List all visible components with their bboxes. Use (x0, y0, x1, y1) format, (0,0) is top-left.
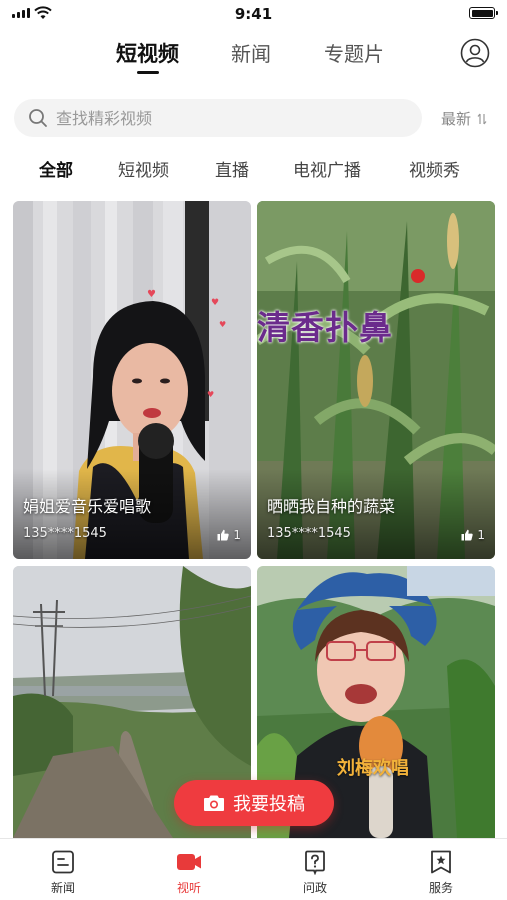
nav-label: 服务 (428, 881, 453, 895)
video-card[interactable]: 清香扑鼻 晒晒我自种的蔬菜 135****1545 1 (257, 201, 495, 559)
video-author: 135****1545 (23, 526, 107, 541)
video-title: 娟姐爱音乐爱唱歌 (23, 497, 152, 516)
user-profile-icon[interactable] (460, 38, 490, 68)
service-icon (431, 850, 451, 874)
nav-label: 视听 (176, 881, 201, 895)
submit-button-label: 我要投稿 (233, 794, 305, 815)
nav-label: 新闻 (50, 881, 75, 895)
nav-inquiry[interactable]: 问政 (280, 849, 350, 896)
video-overlay-caption: 刘梅欢唱 (337, 758, 409, 779)
svg-text:♥: ♥ (219, 320, 226, 329)
top-tabs: 短视频 新闻 专题片 (0, 36, 507, 80)
nav-video[interactable]: 视听 (154, 849, 224, 896)
category-filter: 全部 短视频 直播 电视广播 视频秀 (0, 156, 507, 184)
svg-text:♥: ♥ (211, 298, 219, 308)
video-overlay-caption: 清香扑鼻 (257, 308, 393, 347)
search-icon (29, 109, 47, 127)
video-likes: 1 (217, 528, 241, 542)
likes-count: 1 (477, 528, 485, 542)
thumbs-up-icon (217, 529, 230, 541)
video-likes: 1 (461, 528, 485, 542)
status-bar: 9:41 (0, 0, 507, 30)
category-tv-broadcast[interactable]: 电视广播 (293, 156, 361, 181)
tab-short-video[interactable]: 短视频 (116, 38, 179, 74)
video-card[interactable]: ♥ ♥ ♥ ♥ 娟姐爱音乐爱唱歌 135****1545 1 (13, 201, 251, 559)
tab-label: 新闻 (231, 42, 271, 66)
category-video-show[interactable]: 视频秀 (409, 156, 460, 181)
search-box[interactable] (14, 99, 422, 137)
nav-news[interactable]: 新闻 (28, 849, 98, 896)
submit-video-button[interactable]: 我要投稿 (174, 780, 334, 826)
search-input[interactable] (56, 99, 406, 137)
tab-label: 专题片 (324, 42, 384, 66)
nav-label: 问政 (302, 881, 327, 895)
video-title: 晒晒我自种的蔬菜 (267, 497, 396, 516)
nav-service[interactable]: 服务 (406, 849, 476, 896)
tab-news[interactable]: 新闻 (231, 38, 271, 67)
svg-text:♥: ♥ (207, 390, 214, 399)
category-short-video[interactable]: 短视频 (118, 156, 169, 181)
tab-label: 短视频 (116, 42, 179, 66)
news-icon (52, 850, 74, 874)
status-time: 9:41 (234, 5, 273, 23)
thumbs-up-icon (461, 529, 474, 541)
video-icon (177, 854, 201, 870)
bottom-nav: 新闻 视听 问政 服务 (0, 838, 507, 900)
sort-label: 最新 (441, 110, 472, 128)
active-tab-indicator (136, 71, 159, 74)
svg-text:♥: ♥ (147, 289, 156, 300)
question-icon (305, 850, 325, 875)
sort-arrows-icon (477, 113, 487, 124)
category-all[interactable]: 全部 (39, 156, 73, 181)
camera-icon (204, 795, 224, 811)
category-live[interactable]: 直播 (215, 156, 249, 181)
tab-documentary[interactable]: 专题片 (324, 38, 384, 67)
likes-count: 1 (233, 528, 241, 542)
sort-button[interactable]: 最新 (441, 108, 487, 129)
video-author: 135****1545 (267, 526, 351, 541)
battery-icon (469, 7, 498, 19)
